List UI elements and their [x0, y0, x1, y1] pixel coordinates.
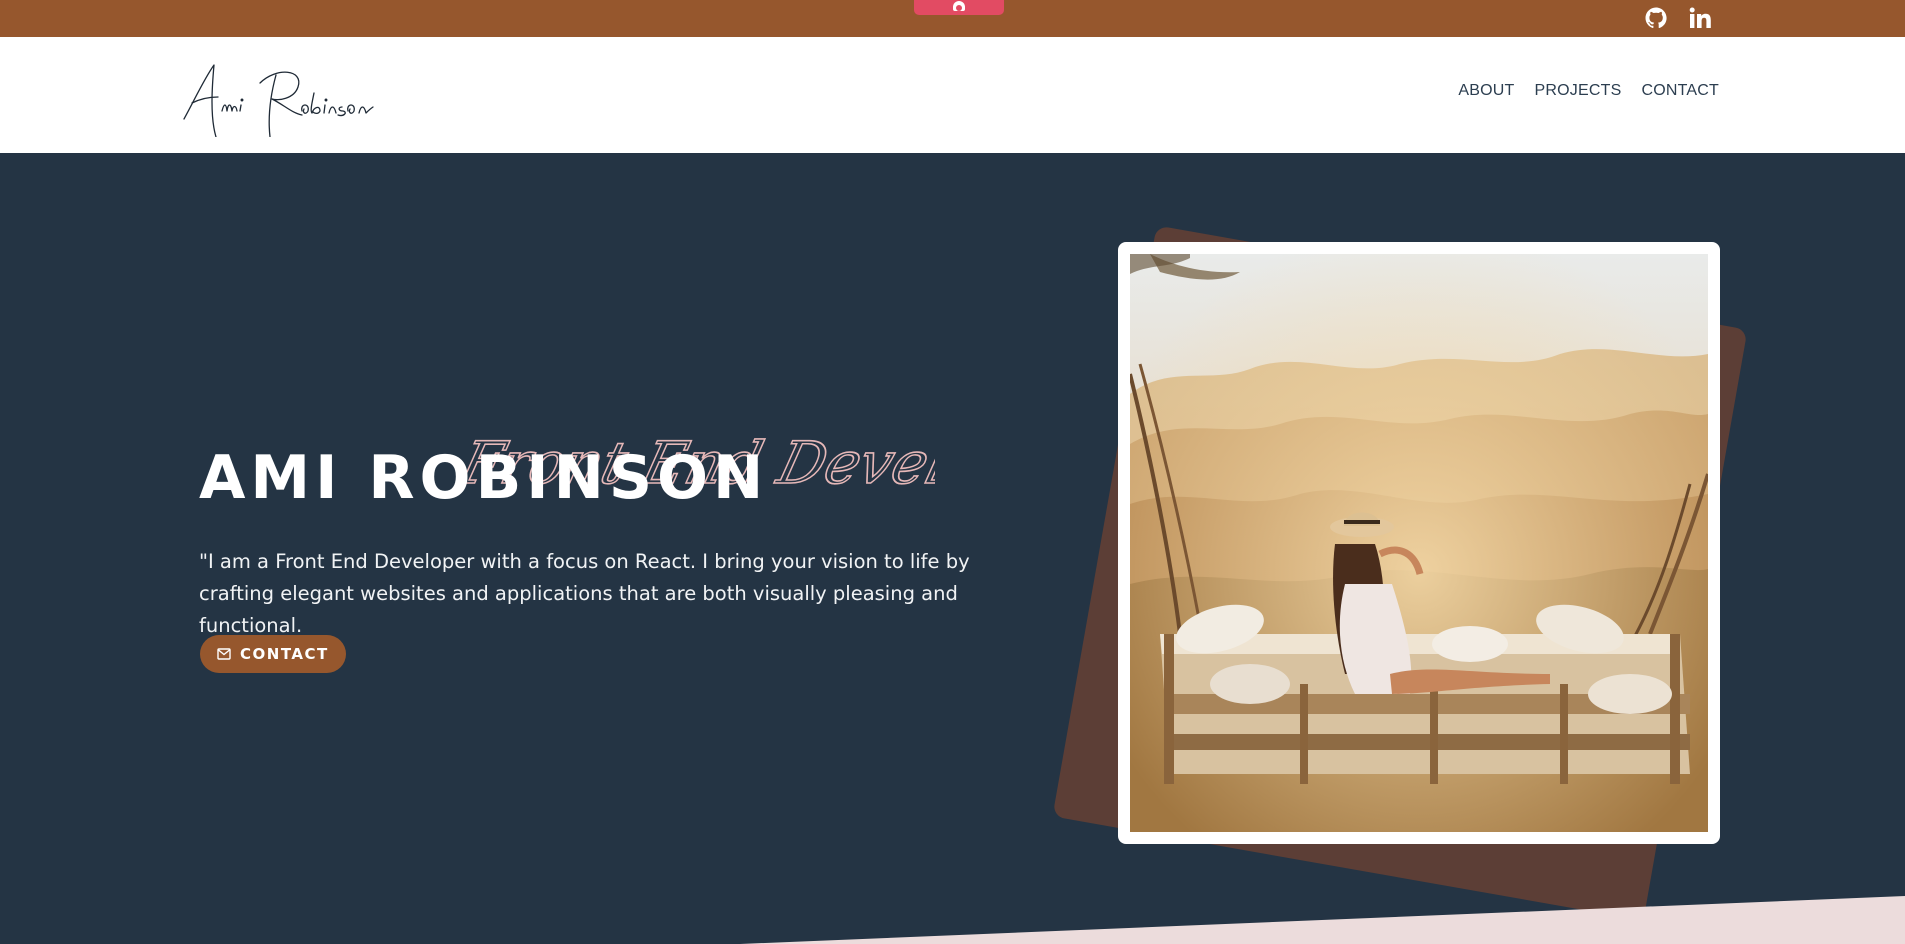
site-header: ABOUT PROJECTS CONTACT: [0, 37, 1905, 153]
signature-logo[interactable]: [180, 57, 400, 137]
hero-section: Front End Developer AMI ROBINSON "I am a…: [0, 153, 1905, 944]
nav-about[interactable]: ABOUT: [1458, 82, 1514, 100]
linkedin-link[interactable]: [1686, 4, 1714, 32]
section-divider: [740, 896, 1905, 944]
top-toggle-tab[interactable]: [914, 0, 1004, 15]
github-icon: [1645, 7, 1667, 29]
nav-contact[interactable]: CONTACT: [1641, 82, 1719, 100]
ghost-icon: [953, 1, 965, 11]
nav-projects[interactable]: PROJECTS: [1535, 82, 1622, 100]
top-bar: [0, 0, 1905, 37]
linkedin-icon: [1689, 7, 1711, 28]
main-nav: ABOUT PROJECTS CONTACT: [1458, 82, 1719, 100]
github-link[interactable]: [1642, 4, 1670, 32]
